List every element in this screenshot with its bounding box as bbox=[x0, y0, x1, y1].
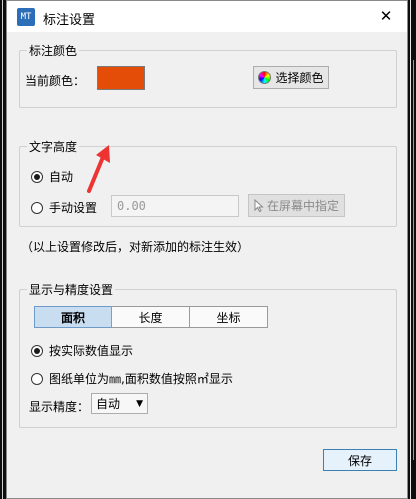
tab-area[interactable]: 面积 bbox=[34, 306, 112, 328]
height-auto-label: 自动 bbox=[49, 170, 74, 184]
app-icon: MT bbox=[17, 8, 35, 26]
precision-label: 显示精度： bbox=[29, 400, 90, 414]
display-unit-radio[interactable]: 图纸单位为㎜,面积数值按照㎡显示 bbox=[31, 370, 233, 387]
measure-type-tabs: 面积 长度 坐标 bbox=[34, 306, 268, 328]
radio-dot bbox=[31, 344, 43, 357]
cursor-icon bbox=[254, 199, 264, 212]
display-actual-radio[interactable]: 按实际数值显示 bbox=[31, 342, 133, 359]
radio-dot bbox=[31, 372, 43, 385]
current-color-label: 当前颜色： bbox=[25, 74, 86, 88]
tab-coordinate[interactable]: 坐标 bbox=[189, 306, 268, 328]
save-button-label: 保存 bbox=[347, 453, 372, 468]
current-color-swatch[interactable] bbox=[97, 66, 145, 90]
pick-on-screen-label: 在屏幕中指定 bbox=[266, 199, 339, 213]
annotation-settings-dialog: MT 标注设置 ✕ 标注颜色 当前颜色： 选择颜色 文字高度 自动 手动设置 在… bbox=[6, 0, 408, 499]
cad-background-right bbox=[408, 0, 416, 499]
chevron-down-icon: ▼ bbox=[136, 399, 143, 409]
display-unit-label: 图纸单位为㎜,面积数值按照㎡显示 bbox=[49, 372, 233, 386]
height-manual-radio[interactable]: 手动设置 bbox=[31, 199, 97, 216]
save-button[interactable]: 保存 bbox=[323, 449, 397, 471]
text-height-group-label: 文字高度 bbox=[27, 138, 80, 155]
dialog-title: 标注设置 bbox=[43, 13, 96, 28]
choose-color-button[interactable]: 选择颜色 bbox=[253, 66, 329, 89]
settings-effect-note: （以上设置修改后，对新添加的标注生效） bbox=[21, 240, 250, 254]
display-precision-group-label: 显示与精度设置 bbox=[27, 281, 116, 298]
close-icon[interactable]: ✕ bbox=[373, 5, 399, 27]
color-wheel-icon bbox=[258, 71, 272, 84]
height-value-input[interactable] bbox=[111, 195, 239, 217]
tab-length[interactable]: 长度 bbox=[111, 306, 190, 328]
red-arrow-annotation bbox=[87, 145, 110, 193]
precision-select[interactable]: 自动 ▼ bbox=[91, 393, 148, 414]
choose-color-label: 选择颜色 bbox=[275, 71, 324, 85]
radio-dot bbox=[31, 201, 43, 214]
title-bar: MT 标注设置 ✕ bbox=[7, 1, 407, 32]
color-group-label: 标注颜色 bbox=[27, 42, 80, 59]
pick-on-screen-button[interactable]: 在屏幕中指定 bbox=[248, 194, 345, 217]
radio-dot bbox=[31, 170, 43, 183]
height-manual-label: 手动设置 bbox=[49, 201, 98, 215]
height-auto-radio[interactable]: 自动 bbox=[31, 168, 73, 185]
precision-value: 自动 bbox=[96, 397, 121, 411]
display-actual-label: 按实际数值显示 bbox=[49, 344, 134, 358]
